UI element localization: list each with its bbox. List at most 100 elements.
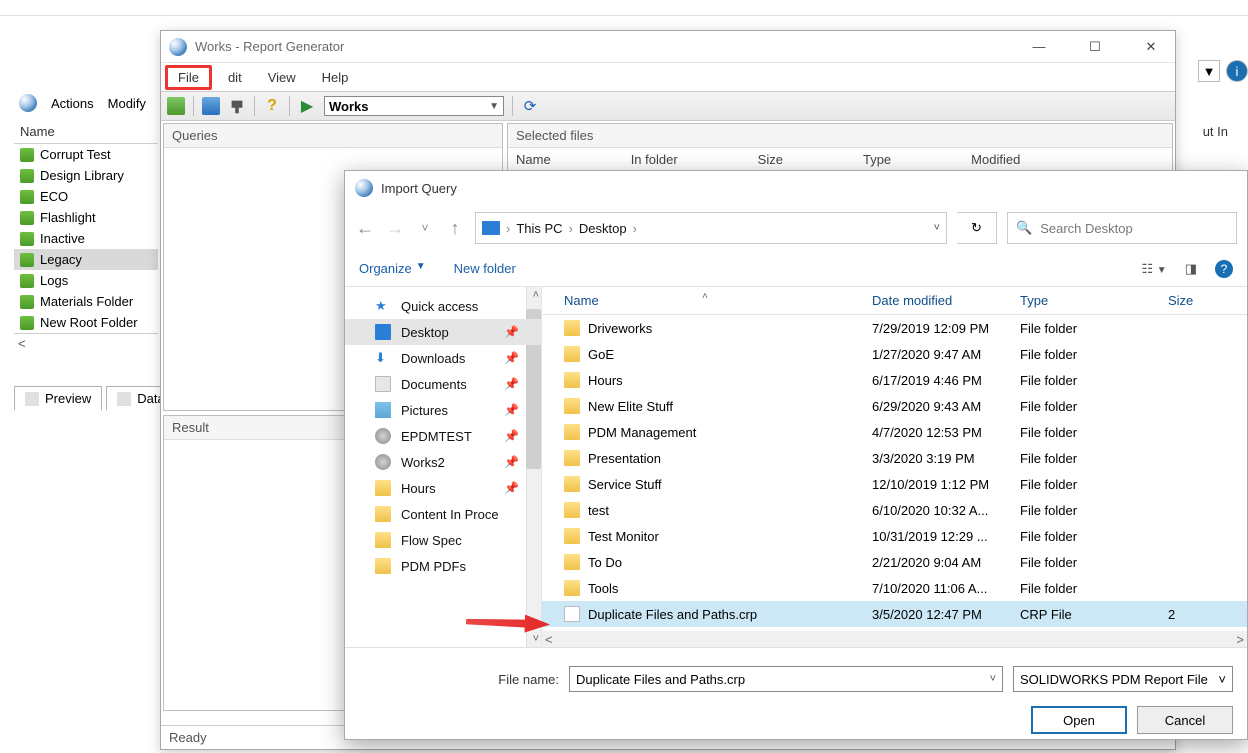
file-row[interactable]: New Elite Stuff6/29/2020 9:43 AMFile fol… <box>542 393 1247 419</box>
crumb-sep: › <box>633 221 637 236</box>
sidebar-item[interactable]: Flow Spec <box>345 527 541 553</box>
breadcrumb[interactable]: › This PC › Desktop › ˅ <box>475 212 947 244</box>
file-row[interactable]: Service Stuff12/10/2019 1:12 PMFile fold… <box>542 471 1247 497</box>
sidebar-item[interactable]: Documents📌 <box>345 371 541 397</box>
toolbar-run-icon[interactable]: ▶ <box>298 97 316 115</box>
toolbar-print-icon[interactable] <box>228 97 246 115</box>
sidebar-item[interactable]: Pictures📌 <box>345 397 541 423</box>
cancel-button[interactable]: Cancel <box>1137 706 1233 734</box>
actions-menu[interactable]: Actions <box>51 96 94 111</box>
maximize-button[interactable]: ☐ <box>1079 39 1111 55</box>
nav-up-icon[interactable]: ↑ <box>445 218 465 239</box>
new-folder-button[interactable]: New folder <box>454 261 516 276</box>
tree-item[interactable]: New Root Folder <box>14 312 158 333</box>
horizontal-scrollbar[interactable]: <> <box>542 631 1247 647</box>
dropdown-widget[interactable]: ▼ <box>1198 60 1220 82</box>
dialog-icon <box>355 179 373 197</box>
toolbar-save-icon[interactable] <box>202 97 220 115</box>
minimize-button[interactable]: — <box>1023 39 1055 55</box>
tree-item[interactable]: ECO <box>14 186 158 207</box>
sidebar-item[interactable]: ⬇Downloads📌 <box>345 345 541 371</box>
nav-recent-icon[interactable]: ˅ <box>415 221 435 235</box>
filetype-filter[interactable]: SOLIDWORKS PDM Report File˅ <box>1013 666 1233 692</box>
tree-item[interactable]: Materials Folder <box>14 291 158 312</box>
sidebar-item[interactable]: ★Quick access <box>345 293 541 319</box>
sidebar-item[interactable]: Works2📌 <box>345 449 541 475</box>
toolbar-refresh-icon[interactable]: ⟳ <box>521 97 539 115</box>
tree-item[interactable]: Corrupt Test <box>14 144 158 165</box>
file-row[interactable]: Hours6/17/2019 4:46 PMFile folder <box>542 367 1247 393</box>
scroll-down-icon[interactable]: ˅ <box>533 633 539 645</box>
vault-combo[interactable]: Works▼ <box>324 96 504 116</box>
crumb-desktop[interactable]: Desktop <box>579 221 627 236</box>
sidebar-item[interactable]: Desktop📌 <box>345 319 541 345</box>
file-row[interactable]: Duplicate Files and Paths.crp3/5/2020 12… <box>542 601 1247 627</box>
sidebar-item[interactable]: Content In Proce <box>345 501 541 527</box>
rg-titlebar[interactable]: Works - Report Generator — ☐ ✕ <box>161 31 1175 63</box>
help-icon[interactable]: ? <box>1215 260 1233 278</box>
crumb-thispc[interactable]: This PC <box>516 221 562 236</box>
tree-item[interactable]: Inactive <box>14 228 158 249</box>
filename-input[interactable]: Duplicate Files and Paths.crp˅ <box>569 666 1003 692</box>
tree-item[interactable]: Legacy <box>14 249 158 270</box>
view-mode-button[interactable]: ☷ ▼ <box>1142 261 1167 277</box>
col-type[interactable]: Type <box>1020 293 1168 308</box>
chevron-down-icon[interactable]: ˅ <box>1218 672 1226 687</box>
chevron-down-icon[interactable]: ˅ <box>934 222 940 234</box>
tree-item[interactable]: Logs <box>14 270 158 291</box>
info-icon[interactable]: i <box>1226 60 1248 82</box>
file-date: 10/31/2019 12:29 ... <box>872 529 1020 544</box>
toolbar-help-icon[interactable]: ? <box>263 97 281 115</box>
scroll-right-icon[interactable]: > <box>1236 632 1244 647</box>
fold-icon <box>375 480 391 496</box>
toolbar-new-icon[interactable] <box>167 97 185 115</box>
col-type[interactable]: Type <box>863 152 891 167</box>
sidebar-item[interactable]: Hours📌 <box>345 475 541 501</box>
tree-scroll-left[interactable]: < <box>14 333 158 353</box>
nav-back-icon[interactable]: ← <box>355 218 375 239</box>
file-row[interactable]: PDM Management4/7/2020 12:53 PMFile fold… <box>542 419 1247 445</box>
file-type: File folder <box>1020 555 1168 570</box>
file-row[interactable]: Test Monitor10/31/2019 12:29 ...File fol… <box>542 523 1247 549</box>
file-row[interactable]: Presentation3/3/2020 3:19 PMFile folder <box>542 445 1247 471</box>
sidebar-item[interactable]: PDM PDFs <box>345 553 541 579</box>
file-row[interactable]: GoE1/27/2020 9:47 AMFile folder <box>542 341 1247 367</box>
folder-icon <box>564 502 580 518</box>
close-button[interactable]: ✕ <box>1135 39 1167 55</box>
file-row[interactable]: Tools7/10/2020 11:06 A...File folder <box>542 575 1247 601</box>
tree-item[interactable]: Design Library <box>14 165 158 186</box>
menu-help[interactable]: Help <box>312 66 359 89</box>
vault-combo-value: Works <box>329 99 369 114</box>
col-size[interactable]: Size <box>1168 293 1228 308</box>
monitor-icon <box>375 324 391 340</box>
col-name[interactable]: Name <box>516 152 551 167</box>
menu-edit[interactable]: dit <box>218 66 252 89</box>
tab-preview[interactable]: Preview <box>14 386 102 410</box>
file-row[interactable]: Driveworks7/29/2019 12:09 PMFile folder <box>542 315 1247 341</box>
col-infolder[interactable]: In folder <box>631 152 678 167</box>
file-list-rows: Driveworks7/29/2019 12:09 PMFile folderG… <box>542 315 1247 633</box>
col-date[interactable]: Date modified <box>872 293 1020 308</box>
refresh-button[interactable]: ↻ <box>957 212 997 244</box>
menu-view[interactable]: View <box>258 66 306 89</box>
preview-pane-button[interactable]: ◨ <box>1185 261 1197 277</box>
fd-nav: ← → ˅ ↑ › This PC › Desktop › ˅ ↻ 🔍 Sear… <box>345 205 1247 251</box>
menu-file[interactable]: File <box>165 65 212 90</box>
file-row[interactable]: test6/10/2020 10:32 A...File folder <box>542 497 1247 523</box>
tree-header-name[interactable]: Name <box>14 120 158 144</box>
search-input[interactable]: 🔍 Search Desktop <box>1007 212 1237 244</box>
organize-menu[interactable]: Organize ▼ <box>359 261 426 276</box>
sidebar-item[interactable]: EPDMTEST📌 <box>345 423 541 449</box>
file-row[interactable]: To Do2/21/2020 9:04 AMFile folder <box>542 549 1247 575</box>
col-size[interactable]: Size <box>758 152 783 167</box>
chevron-down-icon[interactable]: ˅ <box>990 673 996 685</box>
pic-icon <box>375 402 391 418</box>
fd-titlebar[interactable]: Import Query <box>345 171 1247 205</box>
tree-item[interactable]: Flashlight <box>14 207 158 228</box>
col-modified[interactable]: Modified <box>971 152 1020 167</box>
col-name[interactable]: Name˄ <box>542 293 872 308</box>
tree-item-label: Inactive <box>40 231 85 246</box>
open-button[interactable]: Open <box>1031 706 1127 734</box>
scroll-left-icon[interactable]: < <box>545 632 553 647</box>
modify-menu[interactable]: Modify <box>108 96 146 111</box>
